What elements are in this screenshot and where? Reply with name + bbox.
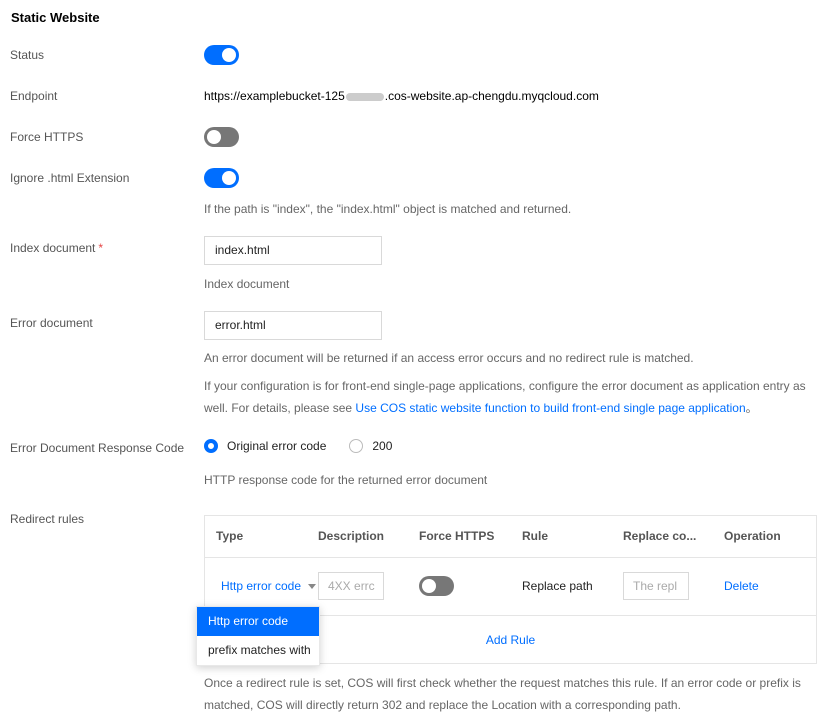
index-document-input[interactable]: index.html — [204, 236, 382, 265]
index-document-help: Index document — [204, 277, 290, 291]
help-text-end: 。 — [745, 401, 758, 415]
ignore-html-label: Ignore .html Extension — [10, 171, 130, 185]
toggle-knob — [222, 48, 236, 62]
error-document-label: Error document — [10, 316, 93, 330]
response-code-label: Error Document Response Code — [10, 441, 185, 455]
force-https-label: Force HTTPS — [10, 130, 84, 144]
radio-label-200[interactable]: 200 — [372, 439, 392, 453]
endpoint-label: Endpoint — [10, 89, 58, 103]
index-document-label: Index document * — [10, 241, 103, 255]
radio-original-error-code[interactable] — [204, 439, 218, 453]
description-input[interactable]: 4XX errc — [318, 572, 384, 600]
type-select-value[interactable]: Http error code — [221, 579, 301, 593]
redirect-rules-label: Redirect rules — [10, 512, 85, 526]
radio-200[interactable] — [349, 439, 364, 453]
ignore-html-toggle[interactable] — [204, 168, 239, 188]
col-header-type: Type — [216, 529, 244, 543]
ignore-html-help: If the path is "index", the "index.html"… — [204, 202, 572, 216]
col-header-rule: Rule — [522, 529, 549, 543]
endpoint-suffix: .cos-website.ap-chengdu.myqcloud.com — [384, 89, 599, 103]
section-title: Static Website — [11, 10, 100, 25]
delete-rule-link[interactable]: Delete — [724, 579, 759, 593]
col-header-force-https: Force HTTPS — [419, 529, 495, 543]
col-header-operation: Operation — [724, 529, 781, 543]
response-code-radio-group: Original error code 200 — [204, 439, 415, 453]
error-document-help-2: If your configuration is for front-end s… — [204, 375, 816, 419]
spa-guide-link[interactable]: Use COS static website function to build… — [355, 401, 745, 415]
toggle-knob — [222, 171, 236, 185]
masked-appid — [345, 92, 384, 101]
row-force-https-toggle[interactable] — [419, 576, 454, 596]
status-label: Status — [10, 48, 45, 62]
dropdown-option-prefix-matches[interactable]: prefix matches with — [197, 636, 319, 665]
toggle-knob — [422, 579, 436, 593]
chevron-down-icon[interactable] — [308, 584, 317, 590]
error-document-input[interactable]: error.html — [204, 311, 382, 340]
response-code-help: HTTP response code for the returned erro… — [204, 473, 488, 487]
dropdown-option-http-error-code[interactable]: Http error code — [197, 607, 319, 636]
col-header-replace: Replace co... — [623, 529, 697, 543]
endpoint-prefix: https://examplebucket-125 — [204, 89, 345, 103]
rule-value: Replace path — [522, 579, 593, 593]
endpoint-value: https://examplebucket-125 .cos-website.ap… — [204, 89, 599, 103]
type-select[interactable]: Http error code — [221, 579, 317, 593]
required-mark: * — [98, 241, 104, 255]
col-header-description: Description — [318, 529, 385, 543]
radio-label-original[interactable]: Original error code — [227, 439, 326, 453]
force-https-toggle[interactable] — [204, 127, 239, 147]
toggle-knob — [207, 130, 221, 144]
replace-input[interactable]: The repl — [623, 572, 689, 600]
index-document-label-text: Index document — [10, 241, 96, 255]
error-document-help-1: An error document will be returned if an… — [204, 351, 694, 365]
status-toggle[interactable] — [204, 45, 239, 65]
type-dropdown-menu: Http error code prefix matches with — [196, 606, 320, 666]
header-divider — [205, 557, 816, 558]
redirect-rules-help: Once a redirect rule is set, COS will fi… — [204, 676, 801, 712]
